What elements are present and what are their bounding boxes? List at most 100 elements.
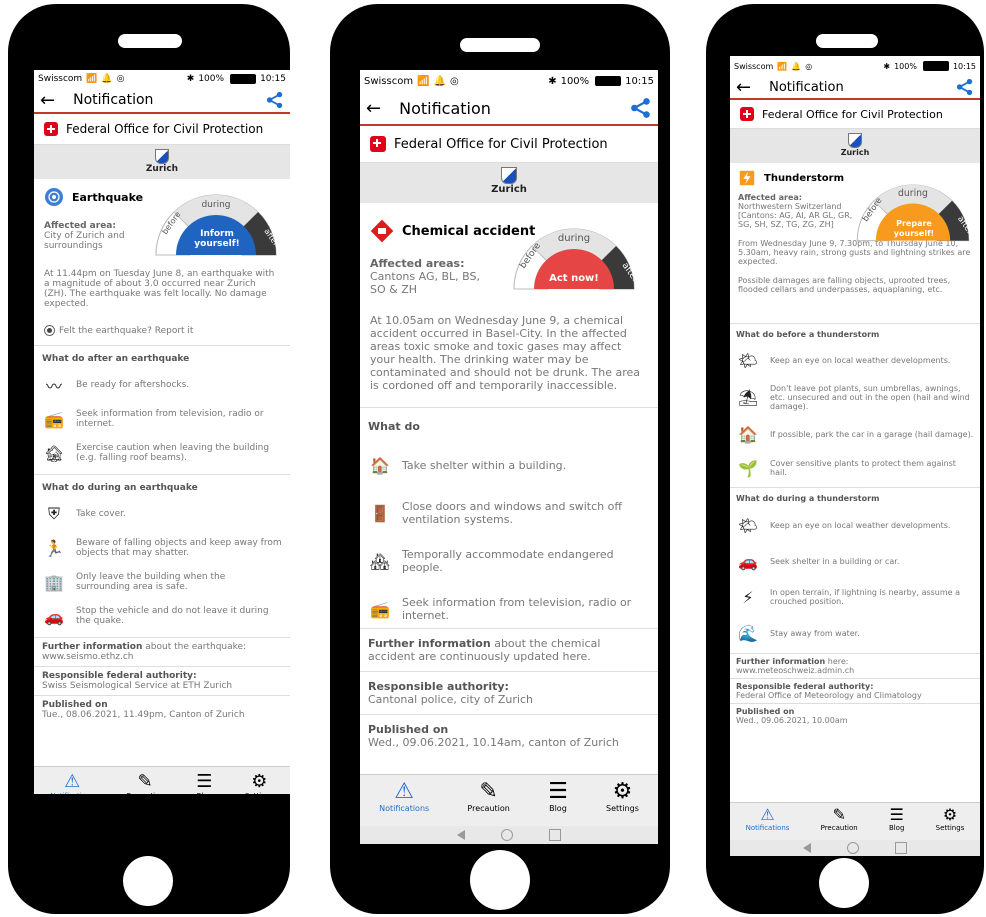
edit-icon: ✎ bbox=[832, 805, 846, 824]
list-item: 〰 Be ready for aftershocks. bbox=[42, 368, 282, 402]
screen: Swisscom 📶 🔔 ◎ ✱ 100% 10:15 ← Notification Fe… bbox=[360, 70, 658, 844]
back-nav-icon[interactable] bbox=[457, 830, 465, 840]
page-title: Notification bbox=[73, 92, 154, 108]
section-title: What do during an earthquake bbox=[42, 483, 198, 493]
list-item: 🌤 Keep an eye on local weather developmen… bbox=[736, 507, 974, 543]
recents-nav-icon[interactable] bbox=[549, 829, 561, 841]
office-header: Federal Office for Civil Protection bbox=[360, 126, 658, 163]
list-item: ⛨ Take cover. bbox=[42, 497, 282, 531]
item-text: If possible, park the car in a garage (h… bbox=[770, 429, 974, 439]
gauge-during-label: during bbox=[898, 188, 928, 199]
page-title: Notification bbox=[399, 98, 491, 118]
home-button[interactable] bbox=[470, 850, 530, 910]
published-value: Tue., 08.06.2021, 11.49pm, Canton of Zur… bbox=[42, 710, 245, 720]
chat-icon: ☰ bbox=[548, 779, 568, 804]
chemical-icon bbox=[370, 219, 394, 243]
tab-blog[interactable]: ☰Blog bbox=[548, 779, 568, 813]
authority-info: Responsible federal authority: Swiss Seis… bbox=[34, 667, 290, 696]
item-text: Take shelter within a building. bbox=[402, 458, 567, 472]
tab-notifications[interactable]: ⚠Notifications bbox=[379, 779, 429, 813]
zurich-coat-of-arms-icon bbox=[501, 167, 517, 184]
app-bar: ← Notification bbox=[360, 92, 658, 126]
share-icon[interactable] bbox=[630, 97, 652, 119]
affected-label: Affected area: bbox=[738, 193, 802, 202]
item-text: Seek information from television, radio … bbox=[76, 409, 264, 429]
location-icon: ◎ bbox=[450, 75, 459, 87]
edit-icon: ✎ bbox=[137, 771, 153, 792]
report-link-text: Felt the earthquake? Report it bbox=[59, 326, 194, 336]
event-description: At 10.05am on Wednesday June 9, a chemic… bbox=[370, 314, 641, 392]
further-link[interactable]: www.meteoschweiz.admin.ch bbox=[736, 666, 974, 675]
tab-settings[interactable]: ⚙Settings bbox=[245, 771, 274, 794]
warning-icon: ⚠ bbox=[64, 771, 81, 792]
office-header: Federal Office for Civil Protection bbox=[34, 114, 290, 145]
authority-label: Responsible federal authority: bbox=[736, 682, 874, 691]
tab-blog[interactable]: ☰Blog bbox=[889, 805, 904, 832]
bluetooth-icon: ✱ bbox=[186, 74, 195, 84]
tab-notifications[interactable]: ⚠Notifications bbox=[746, 805, 790, 832]
back-arrow-icon[interactable]: ← bbox=[40, 90, 55, 111]
tab-settings[interactable]: ⚙Settings bbox=[606, 779, 639, 813]
list-item: 🏠 Take shelter within a building. bbox=[368, 441, 650, 489]
location-icon: ◎ bbox=[805, 61, 813, 71]
event-card: Thunderstorm Affected area: Northwestern … bbox=[730, 163, 980, 324]
office-name: Federal Office for Civil Protection bbox=[762, 107, 943, 121]
section-what-do: What do 🏠 Take shelter within a building.… bbox=[360, 408, 658, 629]
speaker bbox=[460, 38, 540, 52]
carrier: Swisscom bbox=[734, 61, 774, 71]
share-icon[interactable] bbox=[266, 91, 284, 109]
back-arrow-icon[interactable]: ← bbox=[366, 98, 381, 119]
published-label: Published on bbox=[42, 700, 108, 710]
recents-nav-icon[interactable] bbox=[895, 842, 907, 854]
section-during: What do during an earthquake ⛨ Take cover… bbox=[34, 475, 290, 638]
item-text: Stop the vehicle and do not leave it dur… bbox=[76, 606, 269, 626]
tab-settings[interactable]: ⚙Settings bbox=[936, 805, 965, 832]
report-link[interactable]: Felt the earthquake? Report it bbox=[44, 325, 280, 336]
tab-precaution[interactable]: ✎Precaution bbox=[821, 805, 858, 832]
back-arrow-icon[interactable]: ← bbox=[736, 77, 751, 98]
authority-info: Responsible authority: Cantonal police, c… bbox=[360, 672, 658, 715]
list-item: 🌱 Cover sensitive plants to protect them … bbox=[736, 451, 974, 485]
list-item: 🏚 Exercise caution when leaving the build… bbox=[42, 436, 282, 470]
chat-icon: ☰ bbox=[889, 805, 904, 824]
further-text: here: bbox=[825, 657, 849, 666]
clock: 10:15 bbox=[952, 61, 976, 71]
further-label: Further information bbox=[42, 642, 143, 652]
tab-label: Notifications bbox=[379, 804, 430, 813]
authority-value: Swiss Seismological Service at ETH Zuric… bbox=[42, 681, 233, 691]
authority-info: Responsible federal authority: Federal Of… bbox=[730, 679, 980, 704]
share-icon[interactable] bbox=[956, 78, 974, 96]
item-text: Temporally accommodate endangered people… bbox=[402, 548, 614, 574]
canton-name: Zurich bbox=[145, 164, 179, 174]
section-before: What do before a thunderstorm 🌤 Keep an e… bbox=[730, 324, 980, 488]
item-text: Be ready for aftershocks. bbox=[76, 380, 190, 390]
screen: Swisscom 📶 🔔 ◎ ✱ 100% 10:15 ← Notification Fe… bbox=[730, 56, 980, 856]
list-item: 📻 Seek information from television, radio… bbox=[42, 402, 282, 436]
tab-precaution[interactable]: ✎Precaution bbox=[127, 771, 164, 794]
phone-thunderstorm: Swisscom 📶 🔔 ◎ ✱ 100% 10:15 ← Notification Fe… bbox=[706, 4, 984, 914]
item-text: Keep an eye on local weather development… bbox=[770, 355, 951, 365]
affected-value: Northwestern Switzerland [Cantons: AG, A… bbox=[738, 202, 853, 229]
list-item: 🏢 Only leave the building when the surrou… bbox=[42, 565, 282, 599]
tab-bar: ⚠Notifications ✎Precaution ☰Blog ⚙Settin… bbox=[730, 802, 980, 841]
section-during: What do during a thunderstorm 🌤 Keep an e… bbox=[730, 488, 980, 654]
building-exit-icon: 🏚 bbox=[43, 443, 65, 463]
section-after: What do after an earthquake 〰 Be ready fo… bbox=[34, 346, 290, 475]
battery-icon bbox=[595, 76, 622, 86]
plant-icon: 🌱 bbox=[738, 458, 758, 478]
falling-objects-icon: 🏃 bbox=[44, 538, 64, 558]
home-button[interactable] bbox=[819, 858, 869, 908]
tab-notifications[interactable]: ⚠Notifications bbox=[50, 771, 94, 794]
tab-blog[interactable]: ☰Blog bbox=[196, 771, 212, 794]
canton-header: Zurich bbox=[34, 145, 290, 179]
warning-icon: ⚠ bbox=[760, 805, 775, 824]
back-nav-icon[interactable] bbox=[803, 843, 811, 853]
stage-label: Inform yourself! bbox=[194, 229, 240, 249]
home-nav-icon[interactable] bbox=[501, 829, 513, 841]
tab-precaution[interactable]: ✎Precaution bbox=[467, 779, 509, 813]
app-bar: ← Notification bbox=[730, 76, 980, 100]
further-link[interactable]: www.seismo.ethz.ch bbox=[42, 652, 282, 662]
home-nav-icon[interactable] bbox=[847, 842, 859, 854]
home-button[interactable] bbox=[123, 856, 173, 906]
affected-label: Affected area: bbox=[44, 221, 116, 231]
